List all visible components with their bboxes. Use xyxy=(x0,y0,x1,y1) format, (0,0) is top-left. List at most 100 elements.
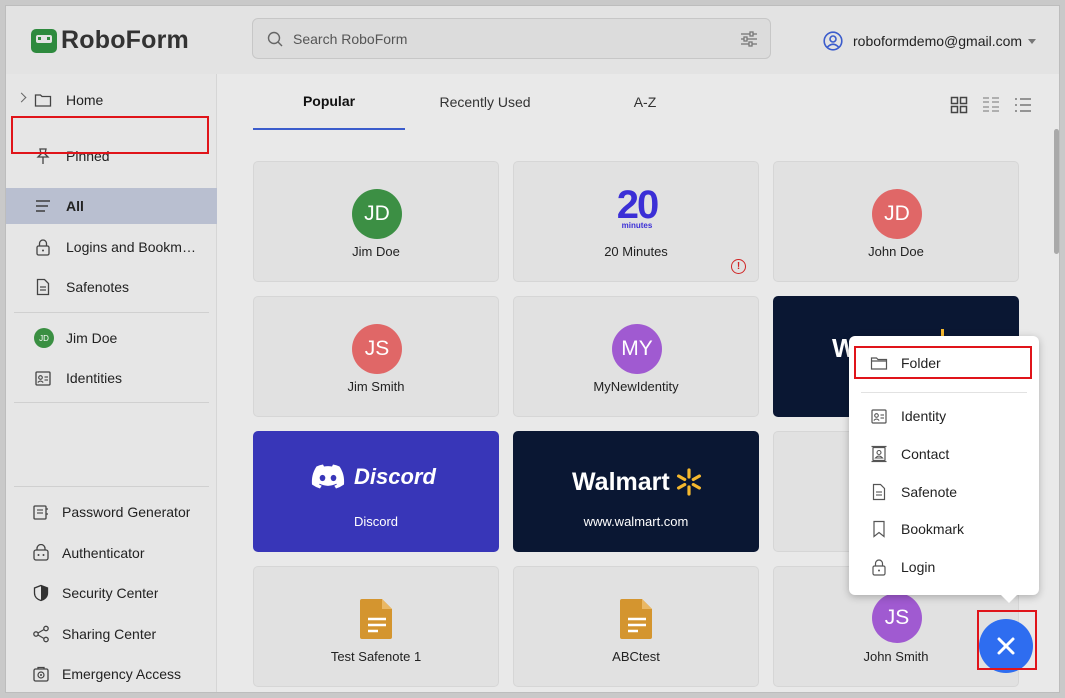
emergency-access-icon xyxy=(33,666,49,682)
grid-view-icon[interactable] xyxy=(950,96,968,114)
menu-item-label: Contact xyxy=(901,446,950,462)
card-walmart[interactable]: Walmart www.walmart.com xyxy=(513,431,759,552)
sidebar-item-all[interactable]: All xyxy=(6,188,217,224)
discord-wordmark: Discord xyxy=(354,464,436,489)
avatar: JS xyxy=(352,324,402,374)
avatar: MY xyxy=(612,324,662,374)
lock-icon xyxy=(36,239,50,256)
highlight-box xyxy=(977,610,1037,670)
menu-item-label: Bookmark xyxy=(901,521,965,537)
roboform-logo-icon xyxy=(31,28,57,53)
contact-icon xyxy=(871,445,887,463)
password-generator-icon xyxy=(33,505,48,520)
card-john-doe[interactable]: JD John Doe xyxy=(773,161,1019,282)
identity-avatar: JD xyxy=(34,328,54,348)
sidebar-item-identities[interactable]: Identities xyxy=(6,360,217,396)
menu-item-contact[interactable]: Contact xyxy=(849,436,1039,472)
menu-divider xyxy=(861,392,1027,393)
card-title: John Doe xyxy=(868,244,924,259)
app-window: RoboForm roboformdemo@gmail.com Home Pin… xyxy=(5,5,1060,693)
app-name: RoboForm xyxy=(61,26,189,54)
search-bar[interactable] xyxy=(252,18,771,59)
id-card-icon xyxy=(871,409,887,424)
menu-item-identity[interactable]: Identity xyxy=(849,398,1039,434)
chevron-right-icon[interactable] xyxy=(16,92,27,103)
sidebar-item-label: Emergency Access xyxy=(62,666,182,682)
tab-popular[interactable]: Popular xyxy=(253,74,405,130)
card-title: 20 Minutes xyxy=(604,244,668,259)
card-title: Jim Doe xyxy=(352,244,400,259)
twenty-minutes-logo: 20 minutes xyxy=(612,185,662,230)
document-icon xyxy=(36,278,50,296)
highlight-box xyxy=(854,346,1032,379)
app-logo[interactable]: RoboForm xyxy=(31,26,189,55)
tab-recently-used[interactable]: Recently Used xyxy=(415,74,555,130)
user-avatar-icon xyxy=(823,31,843,51)
list-lines-icon xyxy=(36,200,50,212)
menu-item-safenote[interactable]: Safenote xyxy=(849,474,1039,510)
id-card-icon xyxy=(35,371,51,386)
list-view-icon[interactable] xyxy=(1014,96,1032,114)
new-item-menu: Folder Identity Contact Safenote Bookmar… xyxy=(849,336,1039,603)
card-20-minutes[interactable]: 20 minutes 20 Minutes ! xyxy=(513,161,759,282)
sidebar-divider xyxy=(14,402,209,403)
sidebar-item-security-center[interactable]: Security Center xyxy=(6,575,217,611)
card-discord[interactable]: Discord Discord xyxy=(253,431,499,552)
safenote-icon xyxy=(360,599,392,639)
sidebar-item-label: Password Generator xyxy=(62,504,191,520)
sidebar-item-label: All xyxy=(66,198,84,214)
card-title: Discord xyxy=(353,514,399,529)
sidebar-item-label: Identities xyxy=(66,370,123,386)
warning-icon: ! xyxy=(731,259,746,274)
authenticator-icon xyxy=(33,544,49,561)
header: RoboForm roboformdemo@gmail.com xyxy=(6,6,1059,74)
menu-item-label: Identity xyxy=(901,408,947,424)
walmart-logo: Walmart xyxy=(572,467,704,497)
scrollbar[interactable] xyxy=(1054,129,1059,254)
sidebar-item-label: Authenticator xyxy=(62,545,145,561)
compact-grid-icon[interactable] xyxy=(982,96,1000,114)
sidebar-item-home[interactable]: Home xyxy=(6,82,217,118)
sidebar-item-emergency-access[interactable]: Emergency Access xyxy=(6,656,217,692)
safenote-icon xyxy=(620,599,652,639)
sidebar-divider xyxy=(14,312,209,313)
card-title: ABCtest xyxy=(612,649,660,664)
sidebar-item-sharing-center[interactable]: Sharing Center xyxy=(6,616,217,652)
menu-item-login[interactable]: Login xyxy=(849,549,1039,585)
search-icon xyxy=(267,31,283,47)
discord-icon xyxy=(311,464,345,489)
walmart-spark-icon xyxy=(676,468,701,496)
sidebar-divider xyxy=(14,486,209,487)
filter-sliders-icon[interactable] xyxy=(740,30,758,48)
search-input[interactable] xyxy=(293,28,723,50)
sidebar-item-label: Security Center xyxy=(62,585,159,601)
card-jim-doe[interactable]: JD Jim Doe xyxy=(253,161,499,282)
menu-item-label: Login xyxy=(901,559,936,575)
tab-a-z[interactable]: A-Z xyxy=(585,74,705,130)
card-mynewidentity[interactable]: MY MyNewIdentity xyxy=(513,296,759,417)
account-menu[interactable]: roboformdemo@gmail.com xyxy=(823,31,1037,51)
sidebar-item-password-generator[interactable]: Password Generator xyxy=(6,494,217,530)
menu-item-bookmark[interactable]: Bookmark xyxy=(849,511,1039,547)
card-abctest[interactable]: ABCtest xyxy=(513,566,759,687)
account-email: roboformdemo@gmail.com xyxy=(853,33,1023,49)
sidebar-item-label: Safenotes xyxy=(66,279,130,295)
sidebar: Home Pinned All Logins and Bookm… Safeno… xyxy=(6,74,217,692)
card-title: Test Safenote 1 xyxy=(330,649,422,664)
sidebar-item-safenotes[interactable]: Safenotes xyxy=(6,269,217,305)
card-jim-smith[interactable]: JS Jim Smith xyxy=(253,296,499,417)
card-title: Jim Smith xyxy=(347,379,405,394)
sidebar-item-label: Jim Doe xyxy=(66,330,118,346)
sidebar-item-logins[interactable]: Logins and Bookm… xyxy=(6,229,217,265)
sidebar-item-authenticator[interactable]: Authenticator xyxy=(6,535,217,571)
share-icon xyxy=(33,625,49,643)
sidebar-item-label: Sharing Center xyxy=(62,626,157,642)
avatar: JD xyxy=(872,189,922,239)
sidebar-item-jim-doe[interactable]: JD Jim Doe xyxy=(6,320,217,356)
card-test-safenote-1[interactable]: Test Safenote 1 xyxy=(253,566,499,687)
folder-icon xyxy=(34,94,52,107)
chevron-down-icon xyxy=(1028,38,1037,44)
avatar: JD xyxy=(352,189,402,239)
avatar: JS xyxy=(872,593,922,643)
menu-item-label: Safenote xyxy=(901,484,958,500)
